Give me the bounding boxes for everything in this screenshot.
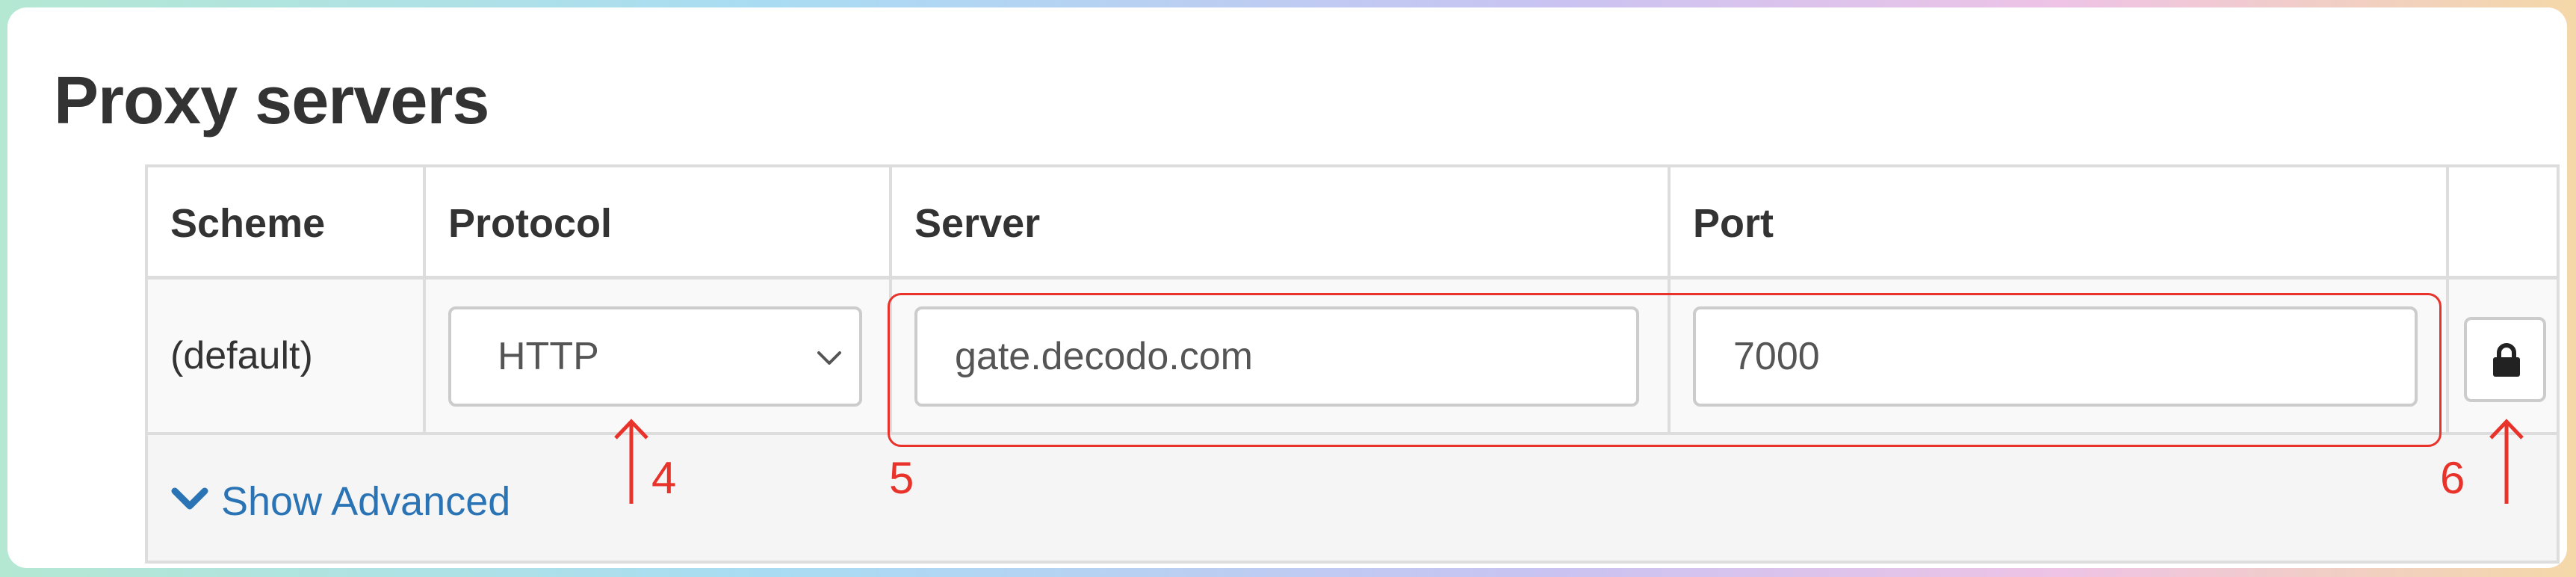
header-server: Server bbox=[892, 167, 1671, 280]
protocol-value: HTTP bbox=[498, 335, 599, 378]
protocol-cell: HTTP bbox=[426, 280, 892, 432]
page-title: Proxy servers bbox=[54, 64, 489, 138]
show-advanced-link[interactable]: Show Advanced bbox=[170, 478, 510, 525]
proxy-settings-panel: Proxy servers Scheme Protocol Server Por… bbox=[7, 7, 2567, 568]
scheme-cell: (default) bbox=[148, 280, 426, 432]
scheme-value: (default) bbox=[170, 334, 313, 377]
server-port-highlight bbox=[888, 293, 2442, 447]
chevron-down-icon bbox=[171, 487, 208, 510]
arrow-up-icon bbox=[2489, 419, 2524, 504]
lock-marker: 6 bbox=[2440, 453, 2465, 503]
show-advanced-label: Show Advanced bbox=[221, 479, 511, 524]
chevron-down-icon bbox=[817, 351, 841, 365]
protocol-marker: 4 bbox=[651, 453, 677, 503]
header-actions bbox=[2449, 167, 2560, 280]
protocol-select[interactable]: HTTP bbox=[448, 306, 862, 407]
table-header: Scheme Protocol Server Port bbox=[148, 167, 2557, 280]
arrow-up-icon bbox=[614, 419, 648, 504]
header-port: Port bbox=[1671, 167, 2449, 280]
header-protocol: Protocol bbox=[426, 167, 892, 280]
lock-icon bbox=[2493, 343, 2520, 377]
server-port-marker: 5 bbox=[889, 453, 914, 503]
lock-button[interactable] bbox=[2464, 317, 2546, 402]
header-scheme: Scheme bbox=[148, 167, 426, 280]
actions-cell bbox=[2449, 280, 2560, 432]
